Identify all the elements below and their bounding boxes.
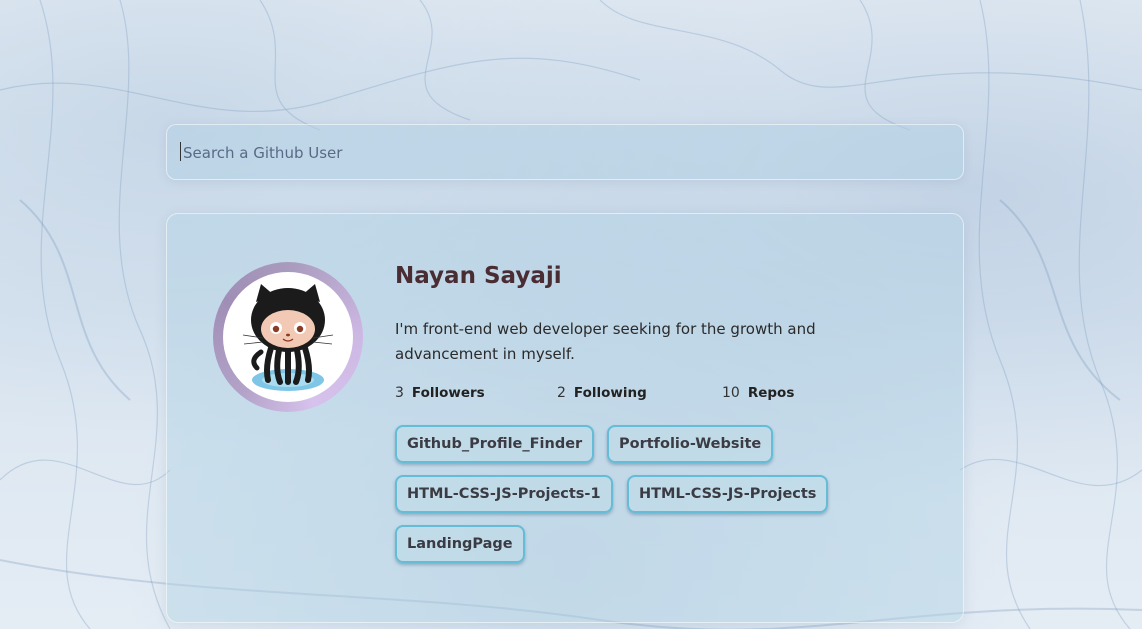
avatar: [223, 272, 353, 402]
followers-stat: 3 Followers: [395, 385, 485, 401]
repo-link[interactable]: HTML-CSS-JS-Projects: [627, 475, 829, 513]
repo-link[interactable]: Portfolio-Website: [607, 425, 774, 463]
followers-label: Followers: [411, 385, 485, 401]
search-input[interactable]: [181, 125, 955, 181]
repo-link[interactable]: HTML-CSS-JS-Projects-1: [395, 475, 613, 513]
profile-bio: I'm front-end web developer seeking for …: [395, 320, 816, 363]
text-caret: [180, 142, 181, 161]
repos-label: Repos: [747, 385, 795, 401]
repos-stat: 10 Repos: [722, 385, 794, 401]
following-count: 2: [557, 385, 566, 401]
profile-name: Nayan Sayaji: [395, 263, 562, 289]
following-stat: 2 Following: [557, 385, 647, 401]
repos-count: 10: [722, 385, 740, 401]
followers-count: 3: [395, 385, 404, 401]
github-octocat-icon: [242, 284, 334, 391]
repo-link[interactable]: Github_Profile_Finder: [395, 425, 595, 463]
following-label: Following: [573, 385, 647, 401]
repo-link[interactable]: LandingPage: [395, 525, 525, 563]
search-bar: [166, 124, 964, 181]
